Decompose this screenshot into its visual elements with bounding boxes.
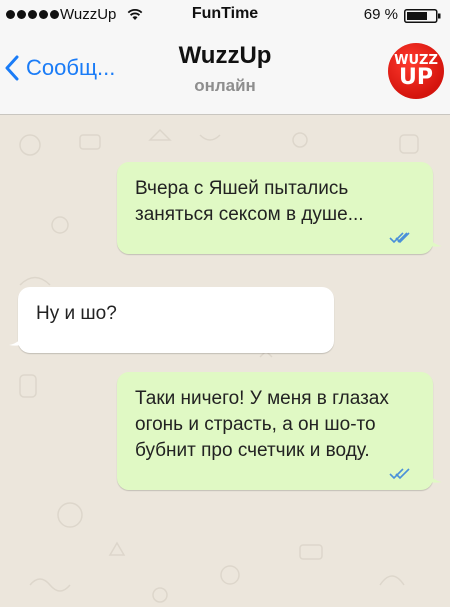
status-bar: WuzzUp FunTime 69 % [0,0,450,30]
battery-icon [404,9,441,23]
message-text: Ну и шо? [36,303,117,324]
message-text: Таки ничего! У меня в глазах огонь и стр… [135,388,389,461]
message-bubble-outgoing[interactable]: Вчера с Яшей пытались заняться сексом в … [117,162,442,254]
chat-title[interactable]: WuzzUp [0,42,450,70]
battery-percentage: 69 % [363,6,398,23]
bubble-tail [9,331,25,346]
avatar-logo-text-line2: UP [399,64,433,90]
double-check-icon [389,232,410,244]
contact-status: онлайн [194,76,256,95]
bubble-tail [426,232,442,247]
message-bubble-incoming[interactable]: Ну и шо? [9,287,334,353]
double-check-icon [389,468,410,480]
bubble-tail [426,468,442,483]
message-bubble-outgoing[interactable]: Таки ничего! У меня в глазах огонь и стр… [117,372,442,490]
avatar[interactable]: WUZZ UP [388,43,444,99]
message-text: Вчера с Яшей пытались заняться сексом в … [135,178,364,225]
chat-header: Сообщ... WuzzUp онлайн WUZZ UP [0,30,450,115]
